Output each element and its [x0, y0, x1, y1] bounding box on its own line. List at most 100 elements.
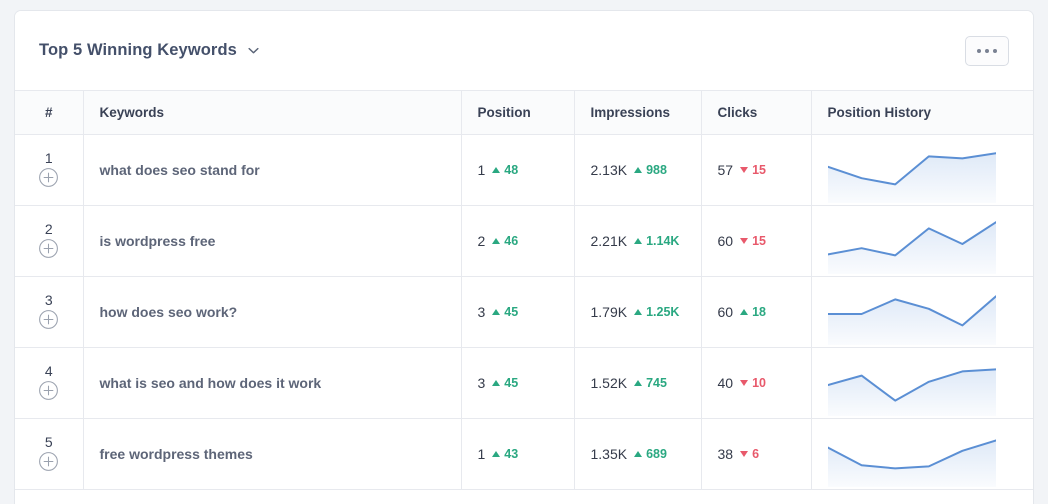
keyword-text: how does seo work?	[99, 303, 238, 320]
column-header-rank[interactable]: #	[15, 91, 84, 135]
position-delta-value: 48	[504, 162, 519, 177]
column-header-clicks[interactable]: Clicks	[701, 91, 812, 135]
impressions-metric: 2.21K 1.14K	[591, 233, 685, 249]
cell-clicks: 60 15	[701, 205, 812, 277]
table-row[interactable]: 4 what is seo and how does it work 3 45 1.52…	[15, 347, 1033, 419]
clicks-delta-value: 18	[752, 304, 766, 319]
triangle-up-icon	[634, 379, 643, 386]
table-header: # Keywords Position Impressions Clicks P…	[15, 91, 1033, 135]
keyword-text: is wordpress free	[99, 232, 216, 249]
clicks-value: 60	[717, 232, 734, 249]
cell-impressions: 1.52K 745	[574, 347, 702, 419]
column-header-position-history[interactable]: Position History	[811, 91, 1033, 135]
impressions-delta: 745	[634, 376, 667, 390]
page-title: Top 5 Winning Keywords	[39, 41, 237, 59]
triangle-down-icon	[740, 450, 749, 457]
cell-impressions: 2.21K 1.14K	[574, 205, 702, 277]
table-row[interactable]: 3 how does seo work? 3 45 1.79K 1.25K 60 18	[15, 276, 1033, 348]
cell-impressions: 2.13K 988	[574, 134, 702, 206]
keyword-text: what does seo stand for	[99, 161, 260, 178]
plus-circle-icon[interactable]	[38, 380, 59, 401]
cell-keyword[interactable]: is wordpress free	[83, 205, 462, 277]
column-header-impressions[interactable]: Impressions	[574, 91, 702, 135]
clicks-metric: 57 15	[718, 162, 795, 178]
position-delta: 48	[492, 163, 518, 177]
position-history-sparkline	[827, 137, 1020, 203]
cell-impressions: 1.79K 1.25K	[574, 276, 702, 348]
rank-number: 2	[44, 221, 53, 237]
impressions-metric: 1.79K 1.25K	[591, 304, 685, 320]
position-history-sparkline	[827, 421, 1020, 487]
position-value: 3	[477, 374, 486, 391]
clicks-delta: 6	[740, 447, 759, 461]
cell-keyword[interactable]: what does seo stand for	[83, 134, 462, 206]
rank-stack: 3	[31, 293, 67, 330]
table-row[interactable]: 2 is wordpress free 2 46 2.21K 1.14K 60 15	[15, 205, 1033, 277]
plus-circle-icon[interactable]	[38, 451, 59, 472]
impressions-value: 1.35K	[590, 445, 628, 462]
cell-keyword[interactable]: what is seo and how does it work	[83, 347, 462, 419]
position-value: 1	[477, 445, 486, 462]
cell-position: 1 43	[461, 418, 575, 490]
cell-rank: 3	[15, 276, 84, 348]
clicks-delta: 15	[740, 234, 766, 248]
card-header: Top 5 Winning Keywords	[15, 11, 1033, 91]
position-metric: 1 48	[478, 162, 558, 178]
position-delta: 45	[492, 376, 518, 390]
position-history-sparkline	[827, 350, 1020, 416]
ellipsis-icon	[985, 48, 989, 53]
winning-keywords-card: Top 5 Winning Keywords # Keywords Positi…	[14, 10, 1034, 504]
page-background: Top 5 Winning Keywords # Keywords Positi…	[0, 0, 1048, 504]
clicks-value: 57	[717, 161, 734, 178]
cell-position-history	[811, 418, 1033, 490]
plus-circle-icon[interactable]	[38, 309, 59, 330]
clicks-value: 60	[717, 303, 734, 320]
triangle-up-icon	[492, 308, 501, 315]
clicks-delta-value: 15	[752, 233, 766, 248]
table-header-row: # Keywords Position Impressions Clicks P…	[15, 91, 1033, 135]
card-title-dropdown[interactable]: Top 5 Winning Keywords	[39, 41, 261, 60]
cell-keyword[interactable]: how does seo work?	[83, 276, 462, 348]
table-row[interactable]: 5 free wordpress themes 1 43 1.35K 689 38 6	[15, 418, 1033, 490]
cell-position-history	[811, 276, 1033, 348]
column-header-keywords[interactable]: Keywords	[83, 91, 462, 135]
impressions-delta: 988	[634, 163, 667, 177]
rank-number: 5	[44, 434, 53, 450]
cell-position: 2 46	[461, 205, 575, 277]
impressions-value: 1.52K	[590, 374, 628, 391]
impressions-value: 2.13K	[590, 161, 628, 178]
impressions-delta-value: 689	[646, 446, 667, 461]
impressions-delta-value: 988	[646, 162, 667, 177]
table-row[interactable]: 1 what does seo stand for 1 48 2.13K 988 57 15	[15, 134, 1033, 206]
clicks-metric: 60 18	[718, 304, 795, 320]
position-delta: 43	[492, 447, 518, 461]
impressions-delta-value: 745	[646, 375, 667, 390]
impressions-delta: 1.14K	[634, 234, 679, 248]
impressions-delta: 689	[634, 447, 667, 461]
plus-circle-icon[interactable]	[38, 167, 59, 188]
card-options-button[interactable]	[965, 35, 1009, 66]
chevron-down-icon[interactable]	[246, 43, 261, 58]
cell-clicks: 57 15	[701, 134, 812, 206]
cell-impressions: 1.35K 689	[574, 418, 702, 490]
cell-keyword[interactable]: free wordpress themes	[83, 418, 462, 490]
position-value: 1	[477, 161, 486, 178]
position-value: 2	[477, 232, 486, 249]
cell-rank: 1	[15, 134, 84, 206]
cell-position-history	[811, 134, 1033, 206]
clicks-metric: 40 10	[718, 375, 795, 391]
cell-clicks: 38 6	[701, 418, 812, 490]
impressions-value: 1.79K	[590, 303, 628, 320]
clicks-metric: 60 15	[718, 233, 795, 249]
position-delta-value: 46	[504, 233, 519, 248]
ellipsis-icon	[993, 48, 997, 53]
column-header-position[interactable]: Position	[461, 91, 575, 135]
position-delta-value: 43	[504, 446, 519, 461]
rank-number: 3	[44, 292, 53, 308]
keywords-table: # Keywords Position Impressions Clicks P…	[15, 91, 1033, 490]
cell-rank: 4	[15, 347, 84, 419]
cell-position: 3 45	[461, 347, 575, 419]
impressions-delta-value: 1.14K	[646, 233, 680, 248]
plus-circle-icon[interactable]	[38, 238, 59, 259]
cell-clicks: 60 18	[701, 276, 812, 348]
